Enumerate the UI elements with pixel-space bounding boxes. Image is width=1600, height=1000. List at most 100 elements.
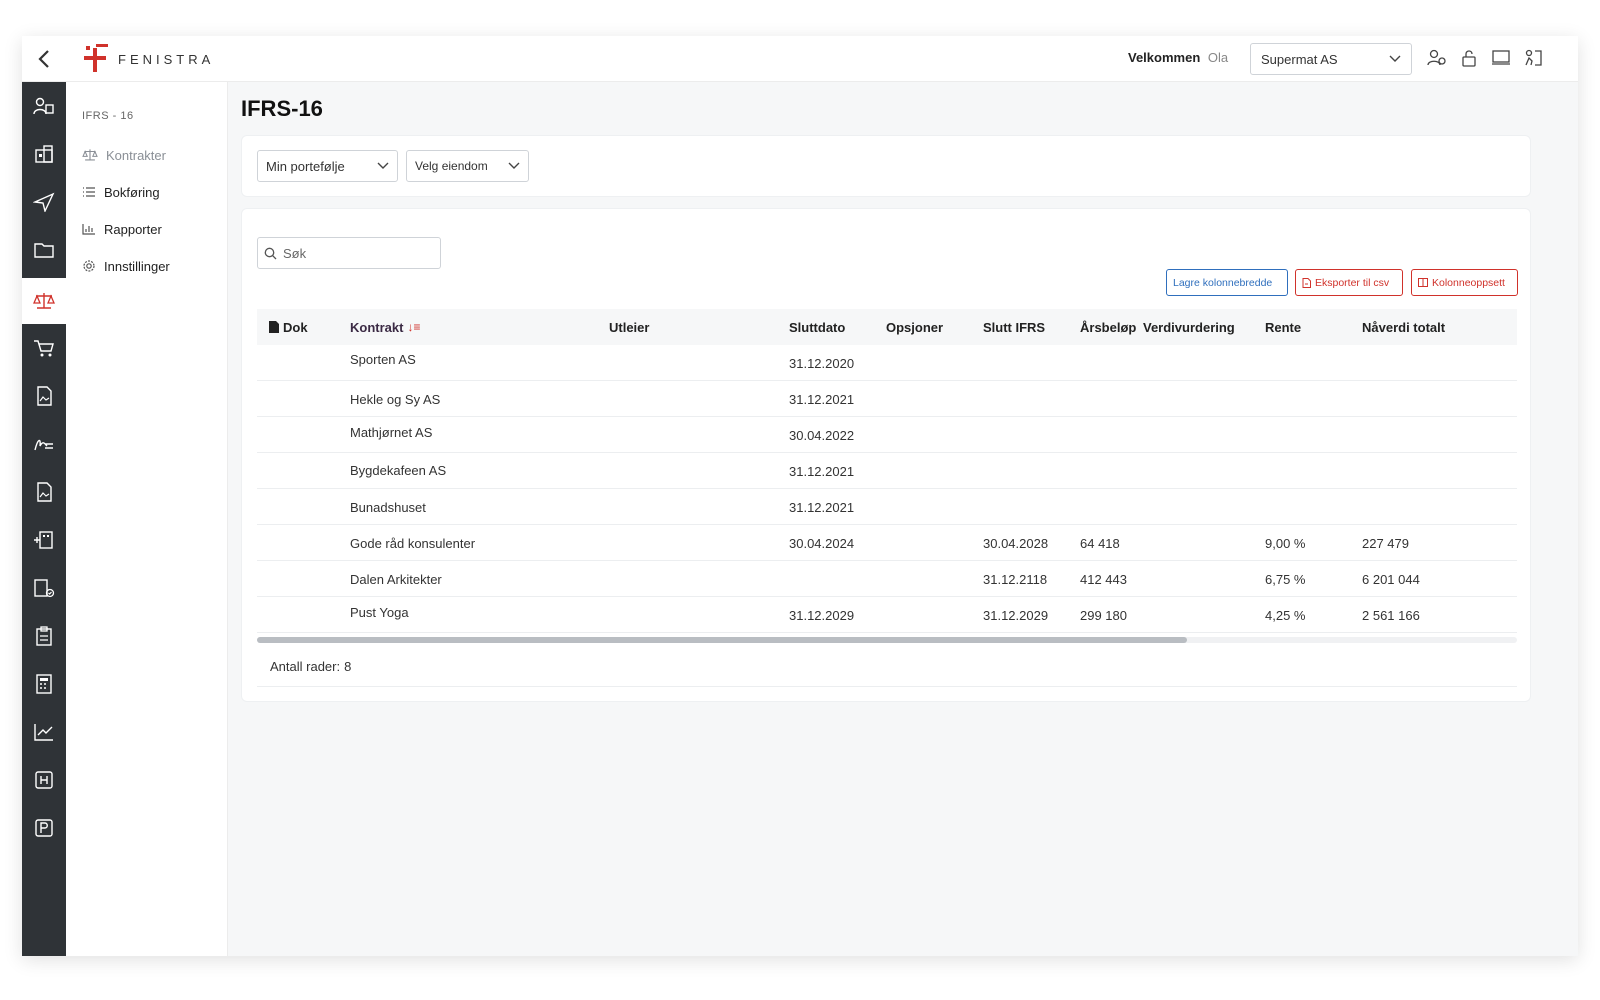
cell-sluttdato: 31.12.2029: [789, 607, 855, 623]
cell-sluttdato: 31.12.2021: [789, 499, 855, 515]
table-row[interactable]: Hekle og Sy AS 31.12.2021: [257, 381, 1517, 417]
app-window: FENISTRA Velkommen Ola Supermat AS IFRS …: [22, 36, 1578, 956]
cell-slutt-ifrs: 31.12.2118: [983, 571, 1048, 587]
app-logo[interactable]: FENISTRA: [82, 44, 214, 74]
nav-item-label: Rapporter: [104, 221, 162, 237]
send-icon[interactable]: [22, 182, 66, 222]
folder-icon[interactable]: [22, 230, 66, 270]
col-header-slutt-ifrs[interactable]: Slutt IFRS: [983, 309, 1045, 345]
document-icon: [269, 321, 279, 333]
image-doc-icon[interactable]: [22, 376, 66, 416]
h-box-icon[interactable]: [22, 760, 66, 800]
chevron-down-icon: [508, 162, 520, 169]
col-label: Sluttdato: [789, 319, 846, 335]
horizontal-scrollbar[interactable]: [257, 637, 1517, 643]
table-row[interactable]: Pust Yoga 31.12.2029 31.12.2029 299 180 …: [257, 597, 1517, 633]
logout-icon[interactable]: [1522, 46, 1544, 70]
cell-kontrakt[interactable]: Bunadshuset: [350, 489, 426, 525]
chevron-down-icon: [377, 162, 389, 169]
table-row[interactable]: Dalen Arkitekter 31.12.2118 412 443 6,75…: [257, 561, 1517, 597]
user-settings-icon[interactable]: [1426, 46, 1448, 70]
p-box-icon[interactable]: [22, 808, 66, 848]
scrollbar-thumb[interactable]: [257, 637, 1187, 643]
col-label: Utleier: [609, 319, 650, 335]
col-header-kontrakt[interactable]: Kontrakt ↓≡: [350, 309, 420, 345]
cart-icon[interactable]: [22, 328, 66, 368]
property-dropdown[interactable]: Velg eiendom: [406, 150, 529, 182]
trend-chart-icon[interactable]: [22, 712, 66, 752]
top-bar: FENISTRA Velkommen Ola Supermat AS: [22, 36, 1578, 82]
chevron-down-icon: [1389, 55, 1401, 62]
col-header-opsjoner[interactable]: Opsjoner: [886, 309, 943, 345]
search-input[interactable]: [283, 245, 433, 261]
building-check-icon[interactable]: [22, 568, 66, 608]
row-count-value: 8: [344, 659, 352, 674]
unlock-icon[interactable]: [1458, 46, 1480, 70]
subnav-section-title: IFRS - 16: [82, 110, 134, 122]
col-header-rente[interactable]: Rente: [1265, 309, 1301, 345]
header-actions: [1426, 46, 1544, 70]
col-label: Kontrakt: [350, 319, 404, 335]
column-setup-button[interactable]: Kolonneoppsett: [1411, 269, 1518, 296]
cell-rente: 6,75 %: [1265, 571, 1306, 587]
scales-icon: [82, 149, 98, 161]
col-header-sluttdato[interactable]: Sluttdato: [789, 309, 845, 345]
col-label: Slutt IFRS: [983, 319, 1046, 335]
cell-rente: 4,25 %: [1265, 607, 1306, 623]
nav-item-kontrakter[interactable]: Kontrakter: [82, 144, 166, 166]
cell-kontrakt[interactable]: Sporten AS: [350, 341, 416, 377]
building-plus-icon[interactable]: [22, 520, 66, 560]
signature-icon[interactable]: [22, 424, 66, 464]
table-row[interactable]: Sporten AS 31.12.2020: [257, 345, 1517, 381]
users-icon[interactable]: [22, 86, 66, 126]
chevron-left-icon: [38, 50, 49, 68]
nav-item-label: Bokføring: [104, 184, 160, 200]
table-row[interactable]: Bunadshuset 31.12.2021: [257, 489, 1517, 525]
welcome-label: Velkommen: [1128, 50, 1201, 65]
cell-slutt-ifrs: 31.12.2029: [983, 607, 1049, 623]
back-button[interactable]: [22, 36, 66, 82]
cell-kontrakt[interactable]: Bygdekafeen AS: [350, 452, 446, 488]
monitor-icon[interactable]: [1490, 46, 1512, 70]
scales-icon[interactable]: [22, 278, 66, 324]
table-row[interactable]: Gode råd konsulenter 30.04.2024 30.04.20…: [257, 525, 1517, 561]
cell-kontrakt[interactable]: Gode råd konsulenter: [350, 525, 475, 561]
cell-arsbelop: 412 443: [1080, 571, 1127, 587]
col-header-naverdi[interactable]: Nåverdi totalt: [1362, 309, 1445, 345]
portfolio-dropdown[interactable]: Min portefølje: [257, 150, 398, 182]
search-box[interactable]: [257, 237, 441, 269]
export-csv-button[interactable]: Eksporter til csv: [1295, 269, 1403, 296]
col-header-utleier[interactable]: Utleier: [609, 309, 649, 345]
clipboard-icon[interactable]: [22, 616, 66, 656]
gear-icon: [83, 260, 95, 272]
cell-sluttdato: 31.12.2021: [789, 391, 855, 407]
company-select[interactable]: Supermat AS: [1250, 43, 1412, 75]
col-header-dok[interactable]: Dok: [269, 309, 308, 345]
col-label: Årsbeløp: [1080, 319, 1137, 335]
table-row[interactable]: Mathjørnet AS 30.04.2022: [257, 417, 1517, 453]
image-doc-icon[interactable]: [22, 472, 66, 512]
building-icon[interactable]: [22, 134, 66, 174]
table-row[interactable]: Bygdekafeen AS 31.12.2021: [257, 453, 1517, 489]
icon-rail: [22, 82, 66, 956]
cell-kontrakt[interactable]: Dalen Arkitekter: [350, 561, 442, 597]
row-count-label: Antall rader:: [270, 659, 341, 674]
nav-item-bokforing[interactable]: Bokføring: [82, 181, 160, 203]
company-select-value: Supermat AS: [1261, 51, 1338, 67]
nav-item-innstillinger[interactable]: Innstillinger: [82, 255, 170, 277]
cell-kontrakt[interactable]: Pust Yoga: [350, 594, 409, 630]
calculator-icon[interactable]: [22, 664, 66, 704]
col-header-arsbelop[interactable]: Årsbeløp: [1080, 309, 1136, 345]
col-header-verdivurdering[interactable]: Verdivurdering: [1143, 309, 1235, 345]
col-label: Dok: [283, 319, 308, 335]
contracts-table-card: Lagre kolonnebredde Eksporter til csv Ko…: [241, 208, 1531, 702]
table-header: Dok Kontrakt ↓≡ Utleier Sluttdato Opsjon…: [257, 309, 1517, 345]
col-label: Rente: [1265, 319, 1302, 335]
cell-kontrakt[interactable]: Mathjørnet AS: [350, 414, 432, 450]
cell-naverdi: 6 201 044: [1362, 571, 1420, 587]
bar-chart-icon: [82, 224, 95, 235]
save-column-width-button[interactable]: Lagre kolonnebredde: [1166, 269, 1288, 296]
cell-kontrakt[interactable]: Hekle og Sy AS: [350, 381, 440, 417]
nav-item-rapporter[interactable]: Rapporter: [82, 218, 162, 240]
logo-mark-icon: [82, 44, 108, 74]
